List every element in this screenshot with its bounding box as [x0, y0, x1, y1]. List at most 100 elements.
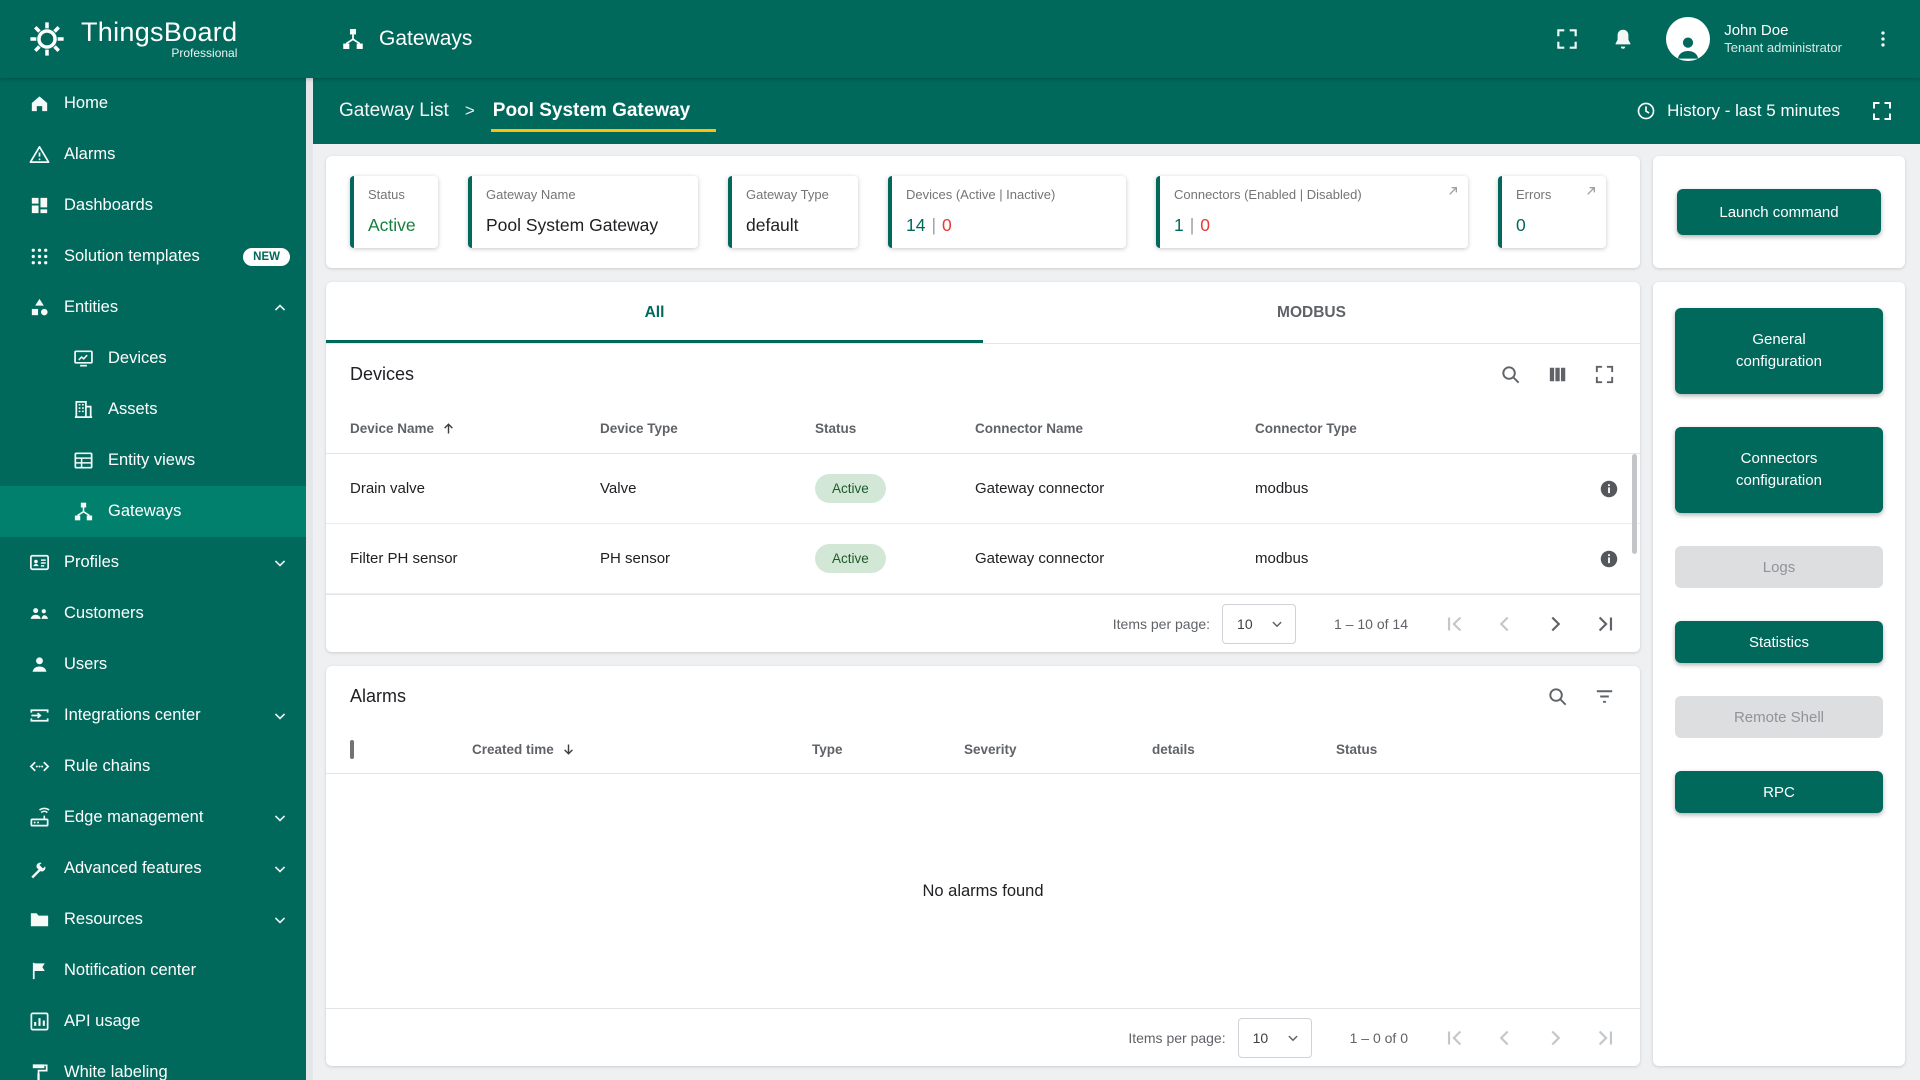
topbar-actions: John Doe Tenant administrator: [1554, 17, 1920, 61]
next-page-icon[interactable]: [1542, 611, 1568, 637]
columns-icon[interactable]: [1546, 363, 1569, 386]
fullscreen-icon[interactable]: [1554, 26, 1580, 52]
connectors-configuration-button[interactable]: Connectors configuration: [1675, 427, 1883, 513]
history-button[interactable]: History - last 5 minutes: [1635, 100, 1840, 122]
cell-connector-name: Gateway connector: [975, 550, 1105, 567]
prev-page-icon[interactable]: [1492, 1025, 1518, 1051]
sidebar-item-integrations-center[interactable]: Integrations center: [0, 690, 306, 741]
pagination-nav: [1442, 1025, 1618, 1051]
sidebar-item-home[interactable]: Home: [0, 78, 306, 129]
status-badge: Active: [815, 474, 886, 503]
last-page-icon[interactable]: [1592, 1025, 1618, 1051]
sidebar-item-label: Dashboards: [64, 196, 153, 214]
statistics-button[interactable]: Statistics: [1675, 621, 1883, 663]
sidebar-item-gateways[interactable]: Gateways: [0, 486, 306, 537]
sidebar-item-white-labeling[interactable]: White labeling: [0, 1047, 306, 1080]
open-link-icon[interactable]: [1583, 183, 1599, 199]
more-menu-icon[interactable]: [1872, 26, 1894, 52]
stat-value-gateway-name: Pool System Gateway: [486, 215, 659, 235]
sidebar-item-devices[interactable]: Devices: [0, 333, 306, 384]
column-device-name[interactable]: Device Name: [350, 420, 600, 437]
sidebar-item-users[interactable]: Users: [0, 639, 306, 690]
open-link-icon[interactable]: [1445, 183, 1461, 199]
sidebar-item-edge-management[interactable]: Edge management: [0, 792, 306, 843]
general-configuration-button[interactable]: General configuration: [1675, 308, 1883, 394]
devices-inactive-count: 0: [942, 215, 952, 235]
column-severity[interactable]: Severity: [964, 742, 1152, 757]
search-icon[interactable]: [1499, 363, 1522, 386]
sidebar-item-entity-views[interactable]: Entity views: [0, 435, 306, 486]
prev-page-icon[interactable]: [1492, 611, 1518, 637]
notifications-bell-icon[interactable]: [1610, 26, 1636, 52]
column-device-type[interactable]: Device Type: [600, 421, 815, 436]
alarms-toolbar: [1546, 685, 1616, 708]
table-row[interactable]: Drain valve Valve Active Gateway connect…: [326, 454, 1640, 524]
sidebar-item-label: Edge management: [64, 808, 204, 826]
sidebar-item-label: Advanced features: [64, 859, 202, 877]
brand-name: ThingsBoard: [81, 16, 238, 47]
column-status[interactable]: Status: [1336, 742, 1628, 757]
filter-icon[interactable]: [1593, 685, 1616, 708]
launch-command-button[interactable]: Launch command: [1677, 189, 1881, 235]
column-connector-type[interactable]: Connector Type: [1255, 421, 1564, 436]
remote-shell-button[interactable]: Remote Shell: [1675, 696, 1883, 738]
logs-button[interactable]: Logs: [1675, 546, 1883, 588]
items-per-page-select[interactable]: 10: [1222, 603, 1297, 644]
sidebar-item-notification-center[interactable]: Notification center: [0, 945, 306, 996]
column-details[interactable]: details: [1152, 742, 1336, 757]
rpc-button[interactable]: RPC: [1675, 771, 1883, 813]
breadcrumb-current[interactable]: Pool System Gateway: [490, 100, 717, 132]
brand-text: ThingsBoard Professional: [81, 16, 238, 60]
info-icon[interactable]: [1598, 548, 1620, 570]
info-icon[interactable]: [1598, 478, 1620, 500]
sidebar-scrollbar[interactable]: [306, 78, 313, 1080]
devices-title: Devices: [350, 363, 415, 384]
chevron-down-icon: [270, 706, 290, 726]
sidebar-item-alarms[interactable]: Alarms: [0, 129, 306, 180]
sidebar-item-label: Home: [64, 94, 109, 112]
sidebar-item-entities[interactable]: Entities: [0, 282, 306, 333]
select-all-checkbox[interactable]: [350, 740, 354, 759]
chevron-down-icon: [1284, 1029, 1302, 1047]
stat-value-connectors: 1 | 0: [1174, 215, 1454, 236]
last-page-icon[interactable]: [1592, 611, 1618, 637]
sidebar-item-advanced-features[interactable]: Advanced features: [0, 843, 306, 894]
sidebar-item-customers[interactable]: Customers: [0, 588, 306, 639]
tab-modbus[interactable]: MODBUS: [983, 282, 1640, 343]
tab-all[interactable]: All: [326, 282, 983, 343]
user-menu[interactable]: John Doe Tenant administrator: [1724, 21, 1842, 57]
sidebar-item-label: Solution templates: [64, 247, 200, 265]
notification-flag-icon: [28, 959, 51, 982]
next-page-icon[interactable]: [1542, 1025, 1568, 1051]
brand-logo[interactable]: ThingsBoard Professional: [0, 16, 306, 60]
column-created-time[interactable]: Created time: [472, 741, 812, 758]
sidebar-item-assets[interactable]: Assets: [0, 384, 306, 435]
sidebar-item-solution-templates[interactable]: Solution templates NEW: [0, 231, 306, 282]
sidebar-item-resources[interactable]: Resources: [0, 894, 306, 945]
table-row[interactable]: Filter PH sensor PH sensor Active Gatewa…: [326, 524, 1640, 594]
column-type[interactable]: Type: [812, 742, 964, 757]
search-icon[interactable]: [1546, 685, 1569, 708]
first-page-icon[interactable]: [1442, 1025, 1468, 1051]
alarms-pagination: Items per page: 10 1 – 0 of 0: [326, 1008, 1640, 1066]
breadcrumb-parent-link[interactable]: Gateway List: [339, 100, 449, 122]
sidebar-item-dashboards[interactable]: Dashboards: [0, 180, 306, 231]
items-per-page-select[interactable]: 10: [1237, 1017, 1312, 1058]
right-column: Launch command General configuration Con…: [1653, 156, 1905, 1066]
person-icon: [1671, 31, 1705, 61]
table-scrollbar[interactable]: [1632, 454, 1637, 554]
sidebar-item-label: API usage: [64, 1012, 141, 1030]
dashboards-icon: [28, 194, 51, 217]
sidebar-item-api-usage[interactable]: API usage: [0, 996, 306, 1047]
table-fullscreen-icon[interactable]: [1593, 363, 1616, 386]
first-page-icon[interactable]: [1442, 611, 1468, 637]
dashboard-fullscreen-icon[interactable]: [1870, 99, 1894, 123]
sidebar-item-profiles[interactable]: Profiles: [0, 537, 306, 588]
stat-label: Devices (Active | Inactive): [906, 187, 1056, 202]
users-icon: [28, 653, 51, 676]
sidebar-item-rule-chains[interactable]: Rule chains: [0, 741, 306, 792]
column-connector-name[interactable]: Connector Name: [975, 421, 1255, 436]
user-avatar[interactable]: [1666, 17, 1711, 61]
column-status[interactable]: Status: [815, 421, 975, 436]
pagination-range: 1 – 10 of 14: [1334, 615, 1408, 632]
